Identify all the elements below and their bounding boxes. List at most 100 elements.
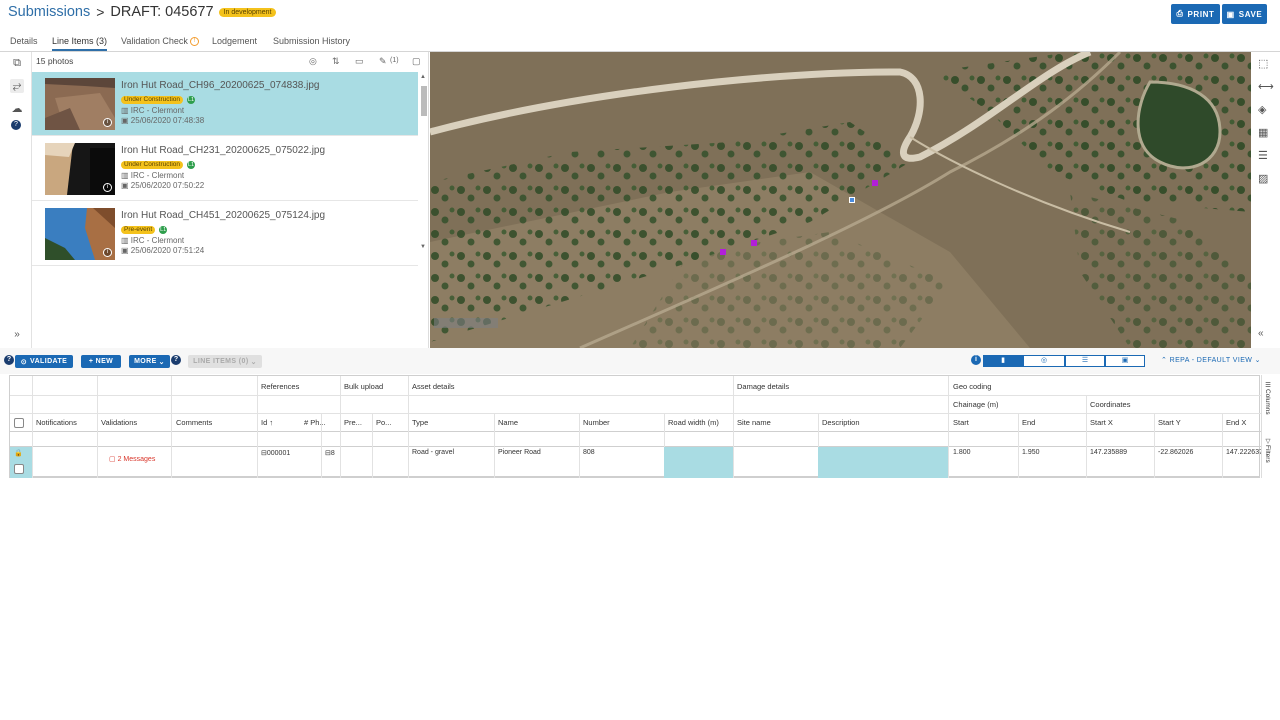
map-marker[interactable] [720,249,726,255]
info-icon[interactable]: i [971,355,981,365]
help-icon[interactable]: ? [4,355,14,365]
photo-date: ▣ 25/06/2020 07:48:38 [121,116,204,125]
new-button[interactable]: + NEW [81,355,121,368]
stage-badge: Under Construction [121,96,183,104]
cell-end-x[interactable]: 147.222637 [1226,449,1263,456]
map-marker[interactable] [751,240,757,246]
satellite-map[interactable] [430,52,1251,348]
col-number[interactable]: Number [583,418,610,427]
cell-name[interactable]: Pioneer Road [498,449,541,456]
scroll-down-icon[interactable]: ▼ [420,244,426,250]
col-type[interactable]: Type [412,418,428,427]
collapse-chevrons-icon[interactable]: « [1258,328,1264,339]
view-photo-toggle[interactable]: ◎ [1023,355,1065,367]
tab-line-items[interactable]: Line Items (3) [52,32,108,51]
edit-icon[interactable]: ✎ [379,56,387,67]
print-button[interactable]: ⎙ PRINT [1171,4,1220,24]
expand-chevrons-icon[interactable]: » [10,328,24,342]
photo-list-item[interactable]: i Iron Hut Road_CH96_20200625_074838.jpg… [32,72,418,136]
more-button[interactable]: MORE ⌄ [129,355,170,368]
scroll-up-icon[interactable]: ▲ [420,74,426,80]
calendar-icon[interactable]: ▢ [412,56,421,67]
photo-date: ▣ 25/06/2020 07:50:22 [121,181,204,190]
save-button[interactable]: ▣ SAVE [1222,4,1267,24]
map-marker-selected[interactable] [849,197,855,203]
tab-validation-check[interactable]: Validation Check! [121,32,199,51]
view-card-toggle[interactable]: ▮ [983,355,1023,367]
image-icon[interactable]: ▨ [1258,172,1268,185]
view-map-toggle[interactable]: ▣ [1105,355,1145,367]
col-start-x[interactable]: Start X [1090,418,1113,427]
cell-description[interactable] [818,447,948,478]
level-badge: L1 [159,226,168,234]
tab-lodgement[interactable]: Lodgement [212,32,257,51]
col-start[interactable]: Start [953,418,969,427]
cell-photos[interactable]: ⊟8 [325,449,335,457]
col-road-width[interactable]: Road width (m) [668,418,719,427]
layers-icon[interactable]: ◈ [1258,103,1266,116]
photo-list-item[interactable]: i Iron Hut Road_CH451_20200625_075124.jp… [32,202,418,266]
scrollbar-thumb[interactable] [421,86,427,116]
map-marker[interactable] [872,180,878,186]
cell-road-width[interactable] [664,447,733,478]
photo-thumbnail[interactable]: i [45,143,115,195]
tab-details[interactable]: Details [10,32,38,51]
help-icon[interactable]: ? [11,120,21,130]
level-badge: L1 [187,96,195,104]
col-id[interactable]: Id ↑ [261,418,273,427]
cell-end[interactable]: 1.950 [1022,449,1040,456]
cell-start-x[interactable]: 147.235889 [1090,449,1127,456]
upload-cloud-icon[interactable]: ☁ [10,102,24,116]
select-all-checkbox[interactable] [14,418,24,428]
cell-number[interactable]: 808 [583,449,595,456]
locate-icon[interactable]: ◎ [309,56,317,67]
columns-panel-tab[interactable]: ☰ Columns [1263,381,1271,415]
info-icon[interactable]: i [103,183,112,192]
photo-title: Iron Hut Road_CH231_20200625_075022.jpg [121,145,326,156]
col-end[interactable]: End [1022,418,1035,427]
col-description[interactable]: Description [822,418,860,427]
route-icon[interactable]: ⥂ [10,79,24,93]
validation-messages-link[interactable]: ▢ 2 Messages [109,455,155,463]
col-start-y[interactable]: Start Y [1158,418,1181,427]
info-icon[interactable]: i [103,248,112,257]
tab-submission-history[interactable]: Submission History [273,32,350,51]
cell-start[interactable]: 1.800 [953,449,971,456]
cell-type[interactable]: Road - gravel [412,449,454,456]
info-icon[interactable]: i [103,118,112,127]
grid-line [10,395,1261,396]
view-selector[interactable]: ⌃ REPA - DEFAULT VIEW ⌄ [1161,356,1261,364]
select-cursor-icon[interactable]: ⬚ [1258,57,1268,70]
view-list-toggle[interactable]: ☰ [1065,355,1105,367]
col-name[interactable]: Name [498,418,518,427]
photo-thumbnail[interactable]: i [45,78,115,130]
photo-list-item[interactable]: i Iron Hut Road_CH231_20200625_075022.jp… [32,137,418,201]
cell-start-y[interactable]: -22.862026 [1158,449,1193,456]
grid-line [10,431,1261,432]
sort-icon[interactable]: ⇅ [332,56,340,67]
col-pre[interactable]: Pre... [344,418,362,427]
col-notifications[interactable]: Notifications [36,418,77,427]
camera-icon[interactable]: ▭ [355,56,364,67]
col-photos[interactable]: # Ph... [304,418,326,427]
col-site-name[interactable]: Site name [737,418,771,427]
photo-map-icon[interactable]: ⧉ [10,56,24,70]
grid-view-icon[interactable]: ▦ [1258,126,1268,139]
col-validations[interactable]: Validations [101,418,137,427]
list-icon[interactable]: ☰ [1258,149,1268,162]
breadcrumb-submissions-link[interactable]: Submissions [8,4,90,20]
col-comments[interactable]: Comments [176,418,212,427]
col-po[interactable]: Po... [376,418,391,427]
filters-panel-tab[interactable]: ▽ Filters [1263,437,1271,463]
photo-thumbnail[interactable]: i [45,208,115,260]
validate-button[interactable]: ⊙ VALIDATE [15,355,73,368]
measure-icon[interactable]: ⟷ [1258,80,1274,93]
cell-id[interactable]: ⊟000001 [261,449,290,457]
photo-list-scrollbar[interactable]: ▲ ▼ [419,72,429,256]
help-icon[interactable]: ? [171,355,181,365]
col-end-x[interactable]: End X [1226,418,1246,427]
line-items-button[interactable]: LINE ITEMS (0) ⌄ [188,355,262,368]
photo-tags: Pre-event L1 [121,226,168,234]
row-checkbox[interactable] [14,464,24,474]
group-bulk-upload: Bulk upload [344,382,384,391]
